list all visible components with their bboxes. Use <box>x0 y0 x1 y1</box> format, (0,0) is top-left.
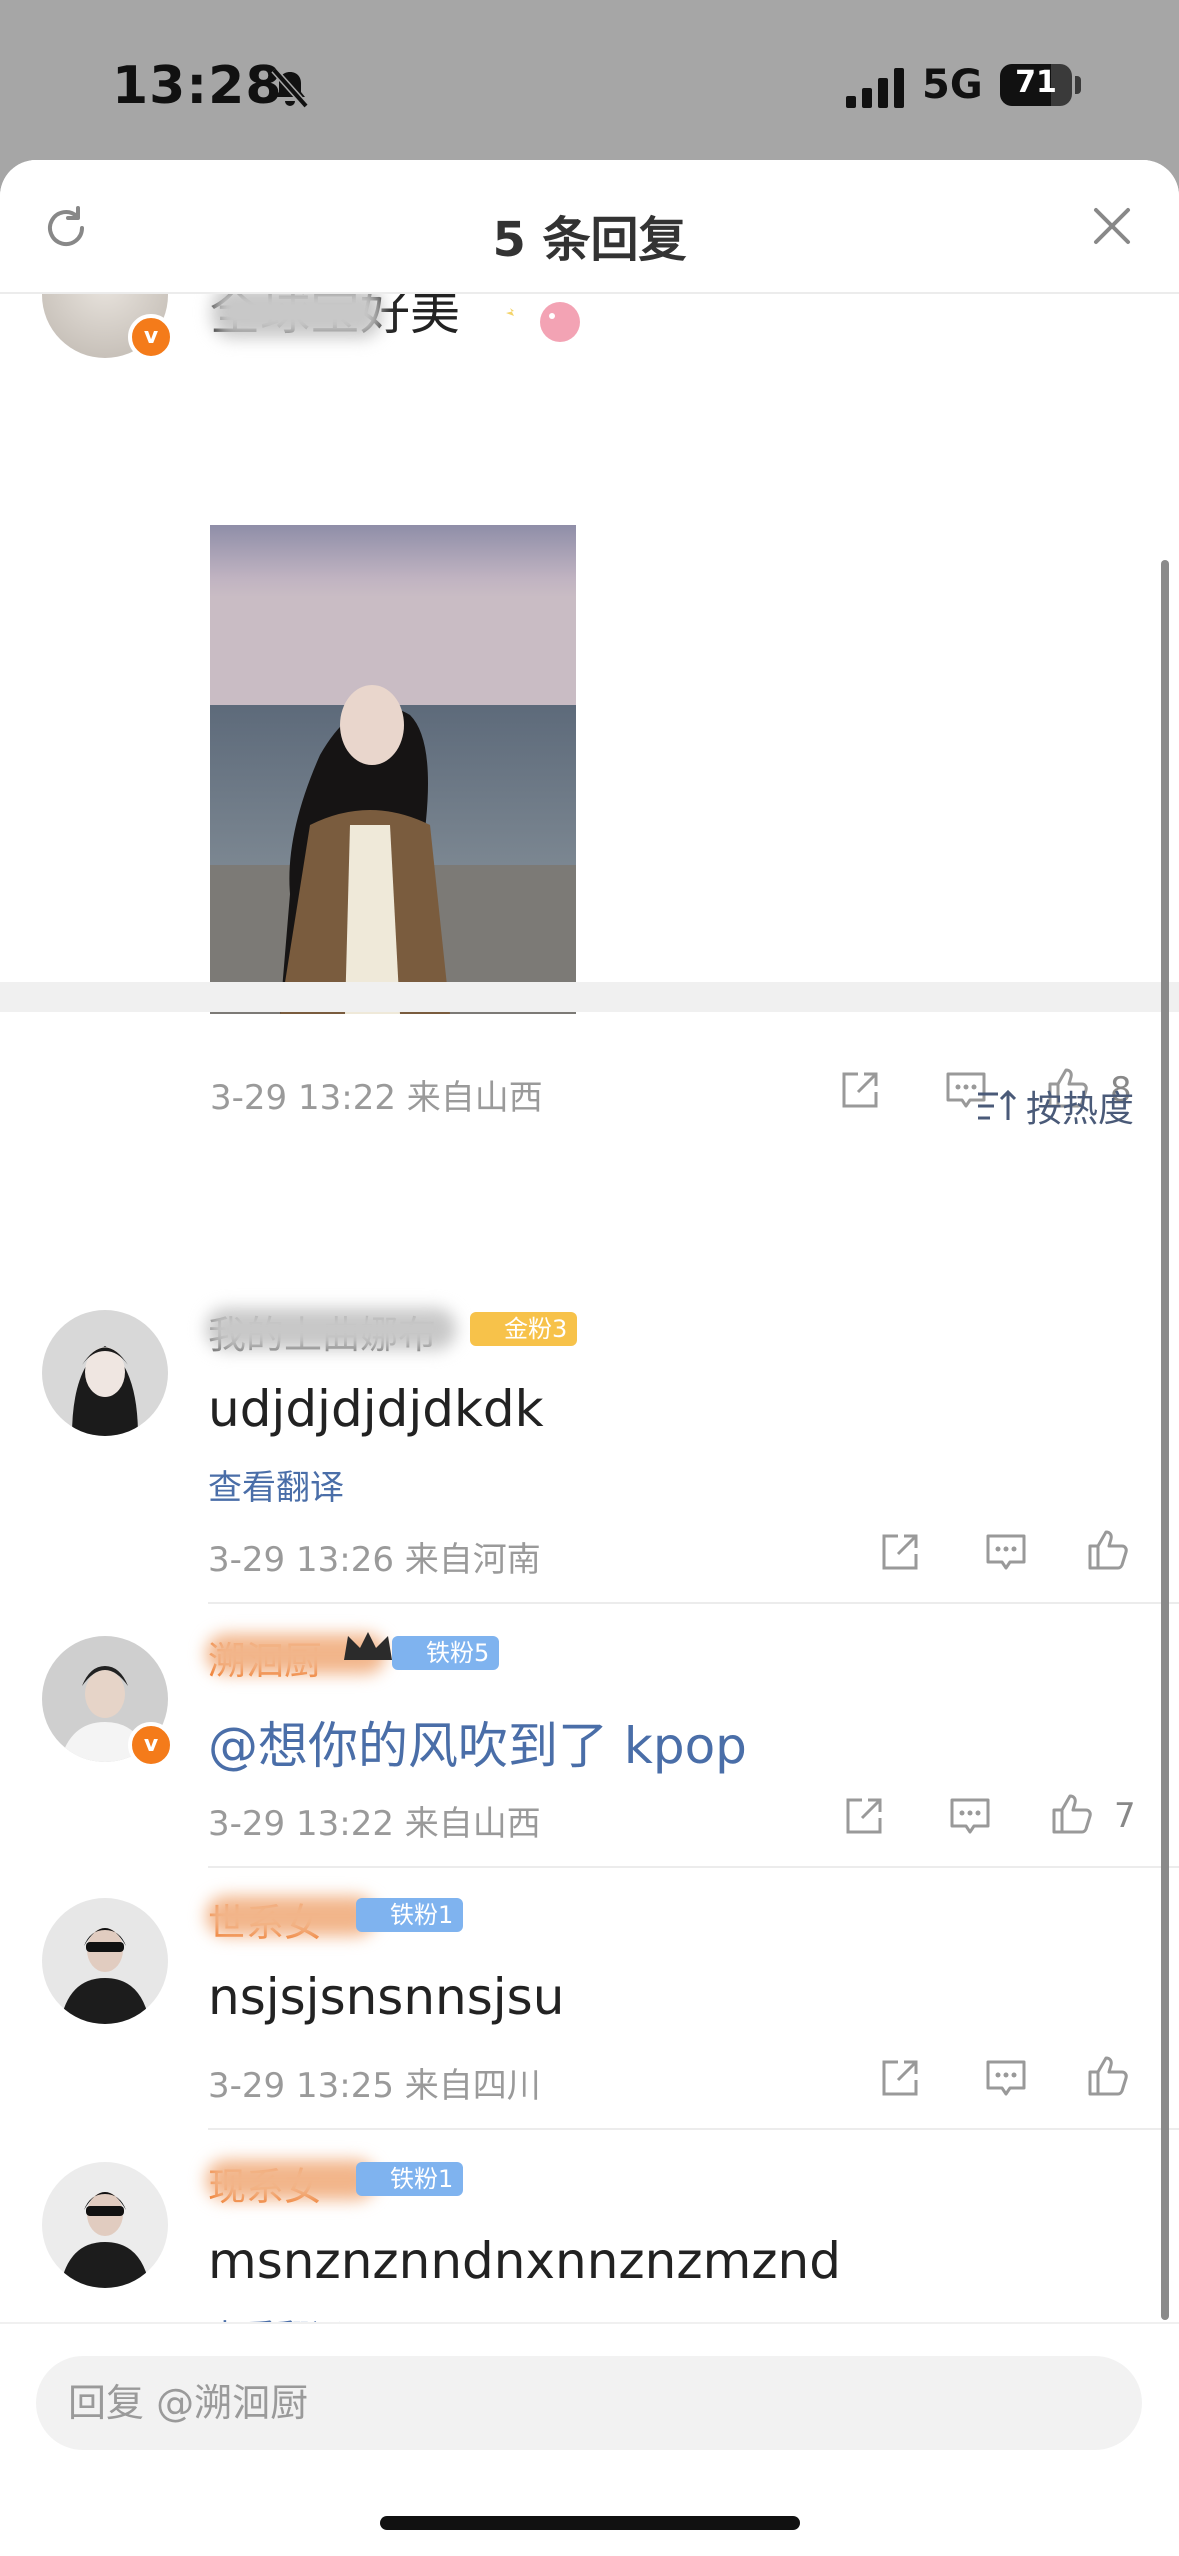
sheet-title: 5 条回复 <box>492 212 687 268</box>
scrollbar[interactable] <box>1161 560 1169 2320</box>
network-type: 5G <box>922 62 983 108</box>
reply-meta: 3-29 13:26 来自河南 <box>208 1540 541 1580</box>
sort-icon <box>978 1089 1016 1120</box>
comment-icon[interactable] <box>984 2056 1028 2100</box>
fan-level-tag: 铁粉5 <box>392 1636 500 1670</box>
sheet-header: 5 条回复 <box>0 160 1179 294</box>
status-bar: 13:28 5G 71 <box>0 0 1179 165</box>
row-divider <box>208 2128 1179 2130</box>
translate-link[interactable]: 查看翻译 <box>208 1460 344 1509</box>
fan-level-tag: 金粉3 <box>470 1312 578 1346</box>
avatar[interactable] <box>42 1898 168 2024</box>
row-divider <box>208 1602 1179 1604</box>
like-icon[interactable] <box>1050 1792 1094 1836</box>
reply-meta: 3-29 13:25 来自四川 <box>208 2066 541 2106</box>
sticker-emoji-icon <box>506 302 580 342</box>
section-divider <box>0 982 1179 1012</box>
reply-input[interactable] <box>36 2356 1142 2450</box>
battery-icon: 71 <box>1000 64 1072 106</box>
fan-level-tag: 铁粉1 <box>356 1898 464 1932</box>
replies-sheet: 5 条回复 v 全球宝好美 <box>0 160 1179 2556</box>
blur-mask <box>206 1896 376 1936</box>
comment-icon[interactable] <box>948 1794 992 1838</box>
reply-text[interactable]: @想你的风吹到了 kpop <box>208 1706 747 1778</box>
share-icon[interactable] <box>878 1530 922 1574</box>
fan-level-tag: 铁粉1 <box>356 2162 464 2196</box>
reply-text: nsjsjsnsnnsjsu <box>208 1968 565 2026</box>
home-indicator <box>380 2516 800 2530</box>
blur-mask <box>206 2160 376 2200</box>
like-icon[interactable] <box>1086 2054 1130 2098</box>
comment-icon[interactable] <box>984 1530 1028 1574</box>
avatar[interactable] <box>42 1310 168 1436</box>
close-icon[interactable] <box>1088 202 1136 250</box>
comment-photo[interactable] <box>210 525 576 1014</box>
reply-input-bar <box>0 2322 1179 2556</box>
replies-scroll-area[interactable]: v 全球宝好美 <box>0 292 1179 2322</box>
verified-badge-icon: v <box>128 314 174 360</box>
reply-meta: 3-29 13:22 来自山西 <box>208 1804 541 1844</box>
row-divider <box>208 1866 1179 1868</box>
reply-text: msnznznndnxnnznzmznd <box>208 2232 841 2290</box>
bell-muted-icon <box>271 67 309 109</box>
blur-mask <box>206 1308 456 1350</box>
sort-label: 按热度 <box>1026 1089 1135 1130</box>
reply-text: udjdjdjdjdkdk <box>208 1380 544 1438</box>
status-time: 13:28 <box>112 56 283 116</box>
battery-tip <box>1075 76 1081 94</box>
share-icon[interactable] <box>842 1794 886 1838</box>
cellular-signal-icon <box>846 68 904 108</box>
translate-link[interactable]: 查看翻译 <box>208 2310 344 2322</box>
avatar[interactable] <box>42 2162 168 2288</box>
comment-meta: 3-29 13:22 来自山西 <box>210 1078 543 1118</box>
battery-percent: 71 <box>1015 65 1057 100</box>
verified-badge-icon: v <box>128 1722 174 1768</box>
crown-icon <box>344 1632 392 1660</box>
share-icon[interactable] <box>838 1068 882 1112</box>
like-count: 7 <box>1114 1796 1136 1836</box>
blur-mask <box>212 292 382 338</box>
like-icon[interactable] <box>1086 1528 1130 1572</box>
share-icon[interactable] <box>878 2056 922 2100</box>
